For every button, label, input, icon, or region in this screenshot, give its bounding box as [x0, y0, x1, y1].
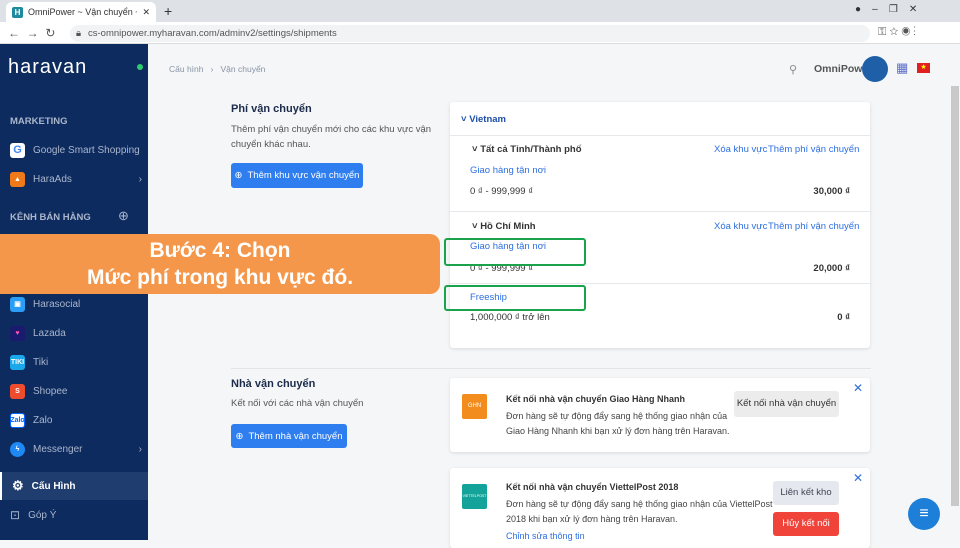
sidebar-item-tiki[interactable]: TIKI Tiki — [0, 348, 148, 376]
search-icon[interactable]: ⚲ — [789, 63, 797, 76]
connect-carrier-button[interactable]: Kết nối nhà vận chuyển — [734, 391, 839, 417]
status-dot — [137, 64, 143, 70]
channels-header: KÊNH BÁN HÀNG — [10, 212, 91, 223]
plus-circle-icon: ⊕ — [234, 170, 243, 181]
breadcrumb-settings[interactable]: Cấu hình — [169, 64, 204, 74]
fees-title: Phí vận chuyển — [231, 103, 312, 115]
add-carrier-button[interactable]: ⊕ Thêm nhà vận chuyển — [231, 424, 347, 448]
sidebar-item-google[interactable]: G Google Smart Shopping — [0, 136, 148, 164]
gear-icon: ⚙ — [12, 478, 24, 493]
new-tab-icon[interactable]: + — [164, 3, 172, 19]
carrier-desc: Đơn hàng sẽ tự động đẩy sang hệ thống gi… — [506, 411, 730, 436]
sidebar-item-lazada[interactable]: ♥ Lazada — [0, 319, 148, 347]
carriers-title: Nhà vận chuyển — [231, 378, 316, 390]
zalo-icon: Zalo — [10, 412, 25, 428]
carrier-card-ghn: GHN Kết nối nhà vận chuyển Giao Hàng Nha… — [450, 378, 870, 452]
carrier-title: Kết nối nhà vận chuyển Giao Hàng Nhanh — [506, 394, 686, 404]
google-icon: G — [10, 142, 25, 158]
messenger-icon: ϟ — [10, 441, 25, 457]
marketing-header: MARKETING — [10, 116, 68, 127]
highlight-box — [444, 285, 586, 311]
shopee-icon: S — [10, 383, 25, 399]
close-tab-icon[interactable]: ✕ — [142, 7, 150, 18]
lock-icon: 🔒︎ — [76, 28, 82, 39]
vietnam-flag-icon[interactable]: ★ — [917, 63, 930, 73]
chevron-right-icon: › — [138, 443, 142, 455]
apps-grid-icon[interactable]: ▦ — [896, 60, 908, 76]
carrier-card-viettelpost: VIETTELPOST Kết nối nhà vận chuyển Viett… — [450, 468, 870, 548]
fees-desc: Thêm phí vận chuyển mới cho các khu vực … — [231, 124, 432, 150]
sidebar-item-settings[interactable]: ⚙ Cấu Hình — [0, 472, 148, 500]
sidebar-item-zalo[interactable]: Zalo Zalo — [0, 406, 148, 434]
viettelpost-logo: VIETTELPOST — [462, 484, 487, 509]
sidebar-item-messenger[interactable]: ϟ Messenger › — [0, 435, 148, 463]
ghn-logo: GHN — [462, 394, 487, 419]
carrier-title: Kết nối nhà vận chuyển ViettelPost 2018 — [506, 482, 679, 492]
lazada-icon: ♥ — [10, 325, 25, 341]
sidebar-item-harasocial[interactable]: ▣ Harasocial — [0, 290, 148, 318]
rate-price: 30,000 ₫ — [813, 186, 850, 197]
haravan-logo[interactable]: haravan — [8, 56, 87, 79]
rate-range: 1,000,000 ₫ trở lên — [470, 312, 550, 323]
plus-circle-icon: ⊕ — [235, 430, 244, 442]
rate-range: 0 ₫ - 999,999 ₫ — [470, 186, 534, 197]
rate-link[interactable]: Giao hàng tận nơi — [470, 165, 546, 176]
sidebar-item-shopee[interactable]: S Shopee — [0, 377, 148, 405]
browser-actions[interactable]: ⚿ ☆ ◉ ⋮ — [878, 26, 916, 39]
add-rate-link[interactable]: Thêm phí vận chuyển — [768, 221, 859, 232]
avatar[interactable] — [862, 56, 888, 82]
nav-buttons[interactable]: ← → ↻ — [8, 26, 55, 40]
tiki-icon: TIKI — [10, 354, 25, 370]
close-icon[interactable]: ✕ — [853, 471, 863, 485]
shipping-zones-card: ˅ Vietnam ˅ Tất cả Tỉnh/Thành phố Xóa kh… — [450, 102, 870, 348]
add-channel-icon[interactable]: ⊕ — [118, 208, 129, 224]
country-toggle[interactable]: ˅ Vietnam — [461, 114, 506, 125]
url-input[interactable]: 🔒︎ cs-omnipower.myharavan.com/adminv2/set… — [70, 25, 870, 42]
instruction-overlay: Bước 4: Chọn Mức phí trong khu vực đó. — [0, 234, 440, 294]
haravan-favicon: H — [12, 6, 23, 18]
browser-tab[interactable]: HOmniPower ~ Vận chuyển ~ Hara✕ — [6, 2, 156, 22]
window-controls[interactable]: ● – ❐ ✕ — [855, 4, 917, 15]
add-rate-link[interactable]: Thêm phí vận chuyển — [768, 144, 859, 155]
harasocial-icon: ▣ — [10, 296, 25, 312]
divider — [231, 368, 871, 369]
close-icon[interactable]: ✕ — [853, 381, 863, 395]
rate-price: 20,000 ₫ — [813, 263, 850, 274]
feedback-icon: ⊡ — [10, 508, 21, 522]
zone-name[interactable]: ˅ Tất cả Tỉnh/Thành phố — [472, 144, 582, 155]
carrier-desc: Đơn hàng sẽ tự động đẩy sang hệ thống gi… — [506, 499, 773, 524]
highlight-box — [444, 238, 586, 266]
rate-price: 0 ₫ — [837, 312, 850, 323]
delete-zone-link[interactable]: Xóa khu vực — [714, 221, 767, 232]
carriers-desc: Kết nối với các nhà vận chuyển — [231, 398, 364, 409]
breadcrumb-shipping: Vận chuyển — [220, 64, 266, 74]
chevron-right-icon: › — [138, 173, 142, 185]
disconnect-button[interactable]: Hủy kết nối — [773, 512, 839, 536]
zone-name[interactable]: ˅ Hồ Chí Minh — [472, 221, 536, 232]
sidebar-item-feedback[interactable]: ⊡ Góp Ý — [0, 501, 148, 529]
chat-icon[interactable]: ≡ — [908, 498, 940, 530]
scrollbar[interactable] — [951, 86, 959, 506]
sidebar-item-haraads[interactable]: ▲ HaraAds › — [0, 165, 148, 193]
breadcrumb: Cấu hình › Vận chuyển — [169, 64, 266, 74]
add-zone-button[interactable]: ⊕ Thêm khu vực vận chuyển — [231, 163, 363, 188]
delete-zone-link[interactable]: Xóa khu vực — [714, 144, 767, 155]
haraads-icon: ▲ — [10, 171, 25, 187]
link-warehouse-button[interactable]: Liên kết kho — [773, 481, 839, 505]
